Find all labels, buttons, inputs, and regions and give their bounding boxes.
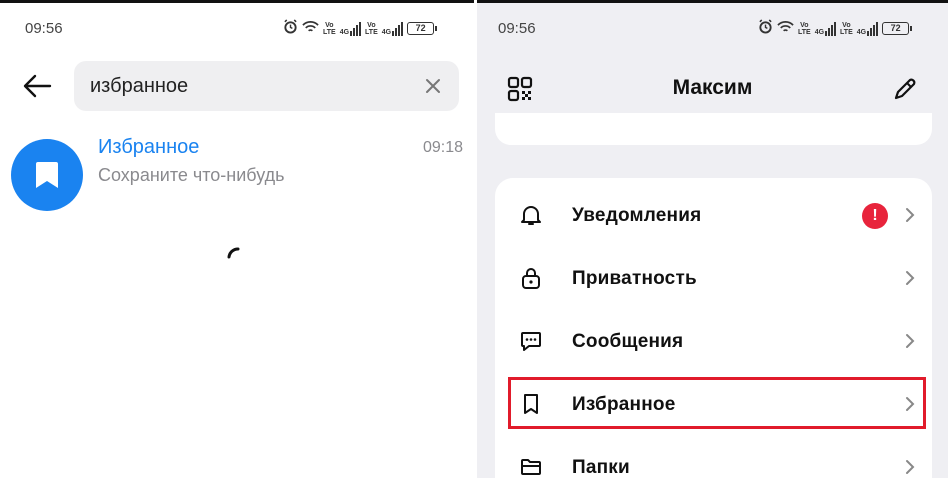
network-type: 4G: [339, 28, 350, 36]
volte-indicator-2: Vo LTE: [840, 21, 853, 36]
status-icons: Vo LTE 4G Vo LTE 4G 72: [283, 19, 438, 38]
search-screen: 09:56 Vo LTE 4G Vo LTE 4G 72 избранное Изб…: [0, 0, 474, 478]
menu-item-label: Приватность: [572, 268, 697, 289]
chevron-right-icon: [904, 270, 916, 286]
lock-icon: [519, 266, 543, 290]
status-time-right: 09:56: [498, 20, 536, 37]
back-button[interactable]: [22, 73, 54, 101]
volte-indicator: Vo LTE: [323, 21, 336, 36]
status-time: 09:56: [25, 20, 63, 37]
battery-icon: 72: [882, 22, 913, 35]
chevron-right-icon: [904, 333, 916, 349]
menu-item-label: Уведомления: [572, 205, 702, 226]
bell-icon: [519, 203, 543, 227]
folder-icon: [519, 455, 543, 478]
loading-spinner: [226, 243, 248, 265]
wifi-icon: [777, 20, 794, 38]
signal-icon-2: 4G: [856, 21, 879, 36]
settings-screen: 09:56 Vo LTE 4G Vo LTE 4G 72 Максим Увед…: [477, 0, 948, 478]
alarm-icon: [283, 19, 298, 38]
profile-card: [495, 113, 932, 145]
profile-name: Максим: [672, 76, 753, 99]
arrow-left-icon: [23, 74, 52, 98]
menu-item-notifications[interactable]: Уведомления !: [495, 183, 932, 245]
result-title: Избранное: [98, 136, 200, 158]
menu-item-privacy[interactable]: Приватность: [495, 246, 932, 308]
edit-button[interactable]: [892, 76, 918, 102]
signal-icon: 4G: [339, 21, 362, 36]
wifi-icon: [302, 20, 319, 38]
search-input[interactable]: избранное: [74, 61, 459, 111]
search-query[interactable]: избранное: [90, 75, 188, 98]
result-subtitle: Сохраните что-нибудь: [98, 165, 285, 185]
clear-icon[interactable]: [423, 76, 443, 96]
network-type: 4G: [814, 28, 825, 36]
alert-badge: !: [862, 203, 888, 229]
pencil-icon: [894, 78, 916, 100]
status-icons-right: Vo LTE 4G Vo LTE 4G 72: [758, 19, 913, 38]
chat-icon: [519, 329, 543, 353]
menu-item-folders[interactable]: Папки: [495, 435, 932, 478]
highlight-box: [508, 377, 926, 429]
result-time: 09:18: [423, 139, 464, 156]
network-type-2: 4G: [856, 28, 867, 36]
menu-item-label: Папки: [572, 457, 630, 478]
status-bar: 09:56 Vo LTE 4G Vo LTE 4G 72: [25, 17, 455, 39]
signal-icon: 4G: [814, 21, 837, 36]
settings-menu: Уведомления ! Приватность Сообщения Избр…: [495, 178, 932, 478]
volte-indicator: Vo LTE: [798, 21, 811, 36]
network-type-2: 4G: [381, 28, 392, 36]
menu-item-messages[interactable]: Сообщения: [495, 309, 932, 371]
alarm-icon: [758, 19, 773, 38]
avatar: [11, 139, 83, 211]
battery-icon: 72: [407, 22, 438, 35]
status-bar-right: 09:56 Vo LTE 4G Vo LTE 4G 72: [498, 17, 928, 39]
volte-indicator-2: Vo LTE: [365, 21, 378, 36]
signal-icon-2: 4G: [381, 21, 404, 36]
chevron-right-icon: [904, 459, 916, 475]
bookmark-icon: [36, 162, 58, 188]
menu-item-label: Сообщения: [572, 331, 684, 352]
chevron-right-icon: [904, 207, 916, 223]
